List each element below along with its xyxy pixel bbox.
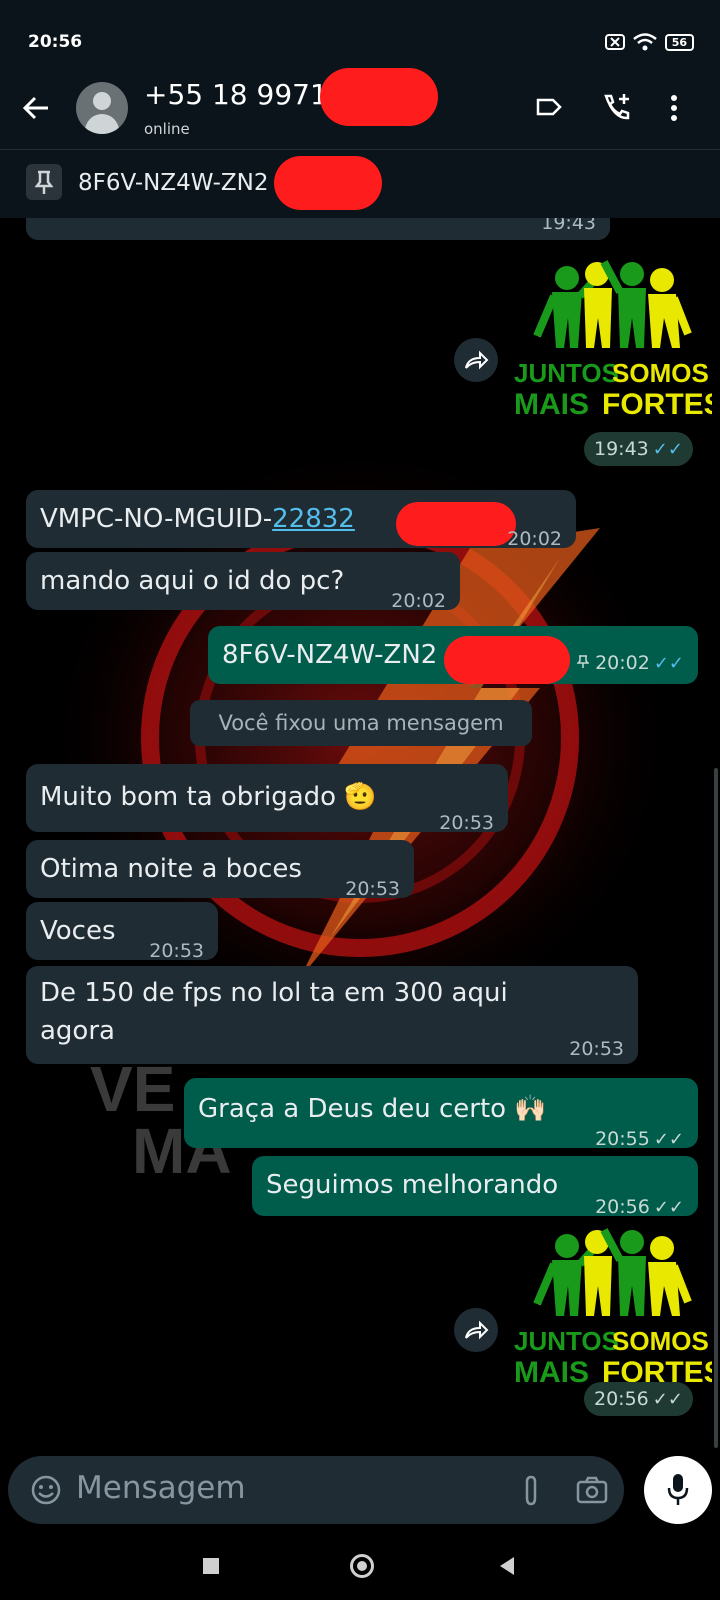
message-text: mando aqui o id do pc? xyxy=(40,566,345,596)
sticker-text: JUNTOS xyxy=(514,1326,619,1356)
message-outgoing[interactable]: Graça a Deus deu certo 🙌🏻 20:55 ✓✓ xyxy=(184,1078,698,1150)
message-text: VMPC-NO-MGUID-22832 xyxy=(40,504,355,534)
raised-hands-emoji: 🙌🏻 xyxy=(514,1094,547,1124)
back-nav-icon[interactable] xyxy=(498,1556,516,1576)
message-input[interactable]: Mensagem xyxy=(8,1456,624,1524)
back-arrow-icon[interactable] xyxy=(20,92,52,124)
message-meta: 20:56 ✓✓ xyxy=(595,1196,684,1218)
emoji-icon[interactable] xyxy=(30,1474,62,1506)
message-incoming[interactable]: mando aqui o id do pc? 20:02 xyxy=(26,552,460,612)
message-time: 20:53 xyxy=(569,1038,624,1060)
mic-button[interactable] xyxy=(644,1456,712,1524)
message-text: 8F6V-NZ4W-ZN2 xyxy=(222,640,438,670)
message-text: agora xyxy=(40,1016,115,1046)
avatar[interactable] xyxy=(76,82,128,134)
sticker-text: SOMOS xyxy=(612,1326,709,1356)
message-incoming[interactable]: VMPC-NO-MGUID-22832 20:02 xyxy=(26,490,576,550)
read-ticks-icon: ✓✓ xyxy=(653,653,684,674)
read-ticks-icon: ✓✓ xyxy=(652,439,683,460)
message-time: 20:02 xyxy=(391,590,446,612)
home-button[interactable] xyxy=(350,1554,374,1578)
chat-area[interactable]: VE MA Amém a de vocês também 19:43 JUNTO… xyxy=(0,218,720,1456)
message-outgoing[interactable]: 8F6V-NZ4W-ZN2 20:02 ✓✓ xyxy=(208,626,698,684)
sent-ticks-icon: ✓✓ xyxy=(653,1197,684,1218)
sent-ticks-icon: ✓✓ xyxy=(653,1129,684,1150)
message-text: Muito bom ta obrigado 🫡 xyxy=(40,782,377,812)
x-box-icon xyxy=(604,34,625,50)
contact-status: online xyxy=(144,120,190,138)
redaction-mark xyxy=(274,156,382,210)
message-placeholder: Mensagem xyxy=(76,1470,246,1506)
sticker-text: FORTES xyxy=(602,388,712,421)
sticker-text: JUNTOS xyxy=(514,358,619,388)
message-text: Graça a Deus deu certo 🙌🏻 xyxy=(198,1094,547,1124)
system-message: Você fixou uma mensagem xyxy=(190,700,532,746)
message-text: Otima noite a boces xyxy=(40,854,302,884)
sticker-message[interactable]: JUNTOS SOMOS MAIS FORTES xyxy=(512,1224,720,1404)
sticker-text: SOMOS xyxy=(612,358,709,388)
status-icons: 56 xyxy=(604,33,694,51)
battery-icon: 56 xyxy=(664,33,694,51)
forward-icon xyxy=(465,1320,489,1340)
pinned-message-bar[interactable]: 8F6V-NZ4W-ZN2 xyxy=(0,150,720,218)
redaction-mark xyxy=(320,68,438,126)
forward-icon xyxy=(465,350,489,370)
message-outgoing[interactable]: Seguimos melhorando 20:56 ✓✓ xyxy=(252,1156,698,1218)
redaction-mark xyxy=(444,636,570,684)
salute-emoji: 🫡 xyxy=(344,782,377,812)
redaction-mark xyxy=(396,502,516,546)
camera-icon[interactable] xyxy=(576,1476,608,1504)
message-time: 20:53 xyxy=(149,940,204,962)
sticker-text: MAIS xyxy=(514,388,589,421)
message-text: Seguimos melhorando xyxy=(266,1170,559,1200)
forward-button[interactable] xyxy=(454,1308,498,1352)
message-text: Amém a de vocês também xyxy=(40,218,390,226)
message-incoming[interactable]: Otima noite a boces 20:53 xyxy=(26,840,414,900)
scrollbar[interactable] xyxy=(714,768,718,1448)
sticker-message[interactable]: JUNTOS SOMOS MAIS FORTES xyxy=(512,256,720,436)
message-time: 20:53 xyxy=(439,812,494,834)
status-time: 20:56 xyxy=(28,32,83,52)
sticker-image: JUNTOS SOMOS MAIS FORTES xyxy=(514,260,720,421)
message-incoming[interactable]: Voces 20:53 xyxy=(26,902,218,962)
message-text: Voces xyxy=(40,916,116,946)
mic-icon xyxy=(667,1474,689,1505)
pin-icon xyxy=(26,164,62,200)
chat-header: +55 18 9971 online xyxy=(0,68,720,150)
sticker-text: MAIS xyxy=(514,1356,589,1389)
sticker-time: 20:56 ✓✓ xyxy=(584,1382,693,1416)
add-call-icon[interactable] xyxy=(600,92,632,124)
message-time: 20:02 xyxy=(507,528,562,550)
sent-ticks-icon: ✓✓ xyxy=(652,1389,683,1410)
more-vert-icon[interactable] xyxy=(668,92,680,124)
recents-button[interactable] xyxy=(203,1558,219,1574)
system-nav-bar xyxy=(0,1536,720,1600)
message-text: De 150 de fps no lol ta em 300 aqui xyxy=(40,978,508,1008)
compose-bar: Mensagem xyxy=(0,1456,720,1536)
label-icon[interactable] xyxy=(534,92,564,122)
wifi-icon xyxy=(632,33,657,51)
message-incoming[interactable]: De 150 de fps no lol ta em 300 aqui agor… xyxy=(26,966,638,1064)
message-meta: 20:55 ✓✓ xyxy=(595,1128,684,1150)
sticker-image: JUNTOS SOMOS MAIS FORTES xyxy=(514,1228,720,1389)
forward-button[interactable] xyxy=(454,338,498,382)
message-time: 19:43 xyxy=(541,218,596,234)
attach-icon[interactable] xyxy=(520,1474,542,1508)
message-incoming[interactable]: Muito bom ta obrigado 🫡 20:53 xyxy=(26,764,508,834)
message-meta: 20:02 ✓✓ xyxy=(576,644,684,683)
pinned-text: 8F6V-NZ4W-ZN2 xyxy=(78,170,269,196)
message-link[interactable]: 22832 xyxy=(272,504,355,534)
sticker-time: 19:43 ✓✓ xyxy=(584,432,693,466)
contact-name[interactable]: +55 18 9971 xyxy=(144,78,328,111)
pin-icon xyxy=(576,655,590,668)
message-incoming[interactable]: Amém a de vocês também 19:43 xyxy=(26,218,610,240)
message-time: 20:53 xyxy=(345,878,400,900)
